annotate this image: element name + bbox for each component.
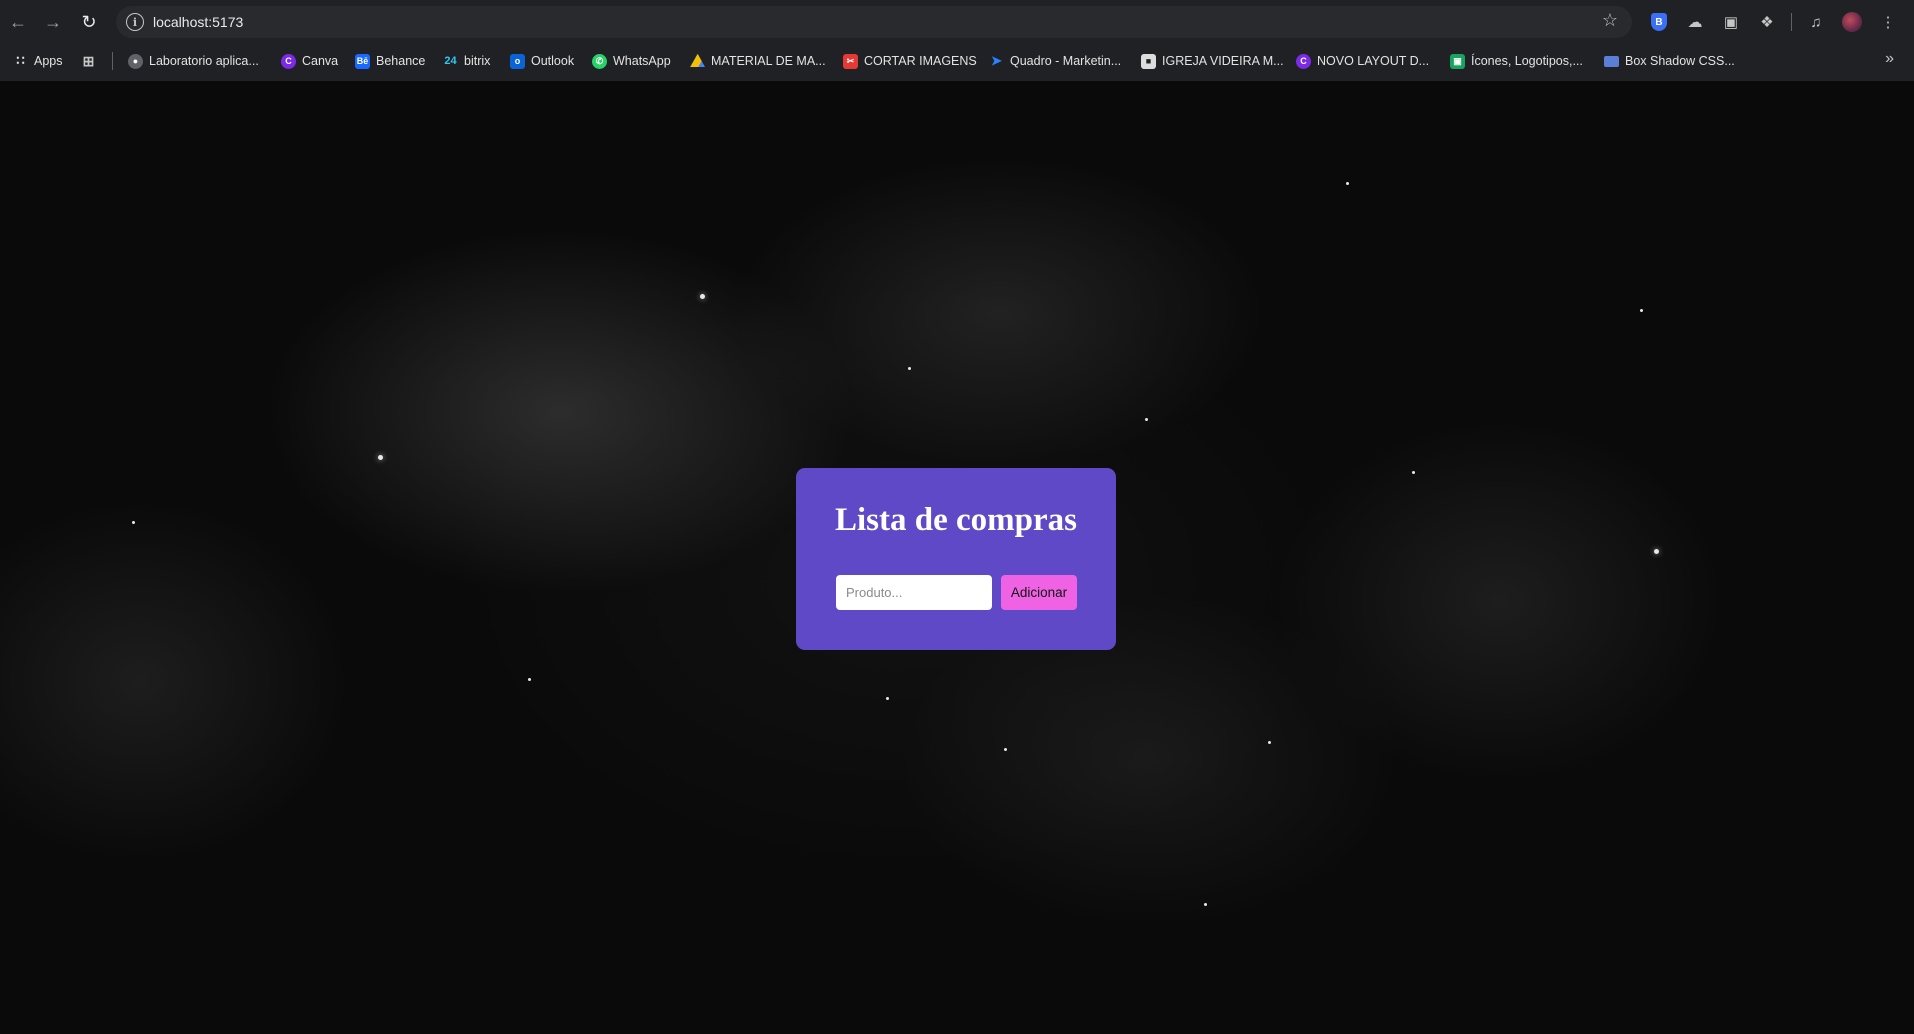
bookmark-label: Behance [376,54,426,68]
bookmark-quadro-marketing[interactable]: ➤ Quadro - Marketin... [989,51,1121,71]
browser-chrome: ← → ↻ i localhost:5173 ☆ B ☁ ▣ ❖ ♫ ⋮ ∷ A… [0,0,1914,81]
tab-groups-button[interactable]: ⊞ [81,51,96,71]
box-shadow-site-icon [1604,55,1619,67]
bookmark-label: MATERIAL DE MA... [711,54,826,68]
bookmark-novo-layout[interactable]: C NOVO LAYOUT D... [1296,51,1429,71]
media-controls-icon[interactable]: ♫ [1802,8,1830,36]
bookmark-canva[interactable]: C Canva [281,51,338,71]
bookmark-whatsapp[interactable]: ✆ WhatsApp [592,51,671,71]
reload-icon[interactable]: ↻ [75,8,103,36]
bookmark-outlook[interactable]: o Outlook [510,51,574,71]
bookmark-label: Ícones, Logotipos,... [1471,54,1583,68]
bookmark-label: Outlook [531,54,575,68]
star-decoration [1346,182,1349,185]
globe-icon: ● [128,53,143,69]
bookmark-box-shadow[interactable]: Box Shadow CSS... [1604,51,1735,71]
grid-icon: ⊞ [82,52,95,69]
back-arrow-icon[interactable]: ← [4,8,32,36]
more-bookmarks-chevron-icon[interactable]: » [1885,50,1894,68]
avatar [1842,12,1862,32]
bookmark-label: Apps [34,54,63,68]
behance-icon: Bē [355,53,370,69]
extensions-area: B ☁ ▣ ❖ ♫ ⋮ [1645,8,1910,36]
whatsapp-icon: ✆ [592,53,607,69]
bookmark-label: WhatsApp [613,54,671,68]
bookmark-igreja-videira[interactable]: ■ IGREJA VIDEIRA M... [1141,51,1284,71]
shopping-list-card: Lista de compras Adicionar [796,468,1116,650]
star-decoration [908,367,911,370]
star-decoration [1204,903,1207,906]
password-manager-extension-icon[interactable]: B [1645,8,1673,36]
bookmarks-divider [112,52,113,70]
bookmark-apps[interactable]: ∷ Apps [13,51,63,71]
church-site-icon: ■ [1141,53,1156,69]
star-decoration [378,455,383,460]
bookmark-bitrix[interactable]: 24 bitrix [443,51,490,71]
star-decoration [1640,309,1643,312]
toolbar-divider [1791,13,1792,31]
url-text[interactable]: localhost:5173 [153,14,243,30]
star-decoration [1412,471,1415,474]
bitrix-icon: 24 [444,55,457,67]
canva-icon: C [281,53,296,69]
google-drive-icon [690,53,705,67]
screen-capture-extension-icon[interactable]: ▣ [1717,8,1745,36]
browser-toolbar: ← → ↻ i localhost:5173 ☆ B ☁ ▣ ❖ ♫ ⋮ [0,0,1914,44]
star-decoration [1004,748,1007,751]
bookmark-label: bitrix [464,54,491,68]
star-decoration [528,678,531,681]
bookmark-cortar-imagens[interactable]: ✂ CORTAR IMAGENS [843,51,977,71]
bookmark-label: CORTAR IMAGENS [864,54,977,68]
address-bar[interactable]: i localhost:5173 ☆ [116,6,1632,38]
apps-grid-icon: ∷ [16,53,25,68]
star-decoration [1654,549,1659,554]
bookmark-laboratorio[interactable]: ● Laboratorio aplica... [128,51,259,71]
bookmark-label: Box Shadow CSS... [1625,54,1735,68]
page-title: Lista de compras [835,502,1077,538]
puzzle-extensions-icon[interactable]: ❖ [1753,8,1781,36]
product-input[interactable] [836,575,992,610]
crop-tool-icon: ✂ [843,53,858,69]
jira-icon: ➤ [991,53,1002,68]
bookmark-behance[interactable]: Bē Behance [355,51,425,71]
bookmark-label: Canva [302,54,339,68]
outlook-icon: o [510,53,525,69]
bookmark-label: Laboratorio aplica... [149,54,259,68]
bookmark-label: NOVO LAYOUT D... [1317,54,1430,68]
bookmark-icones-logotipos[interactable]: ▣ Ícones, Logotipos,... [1450,51,1583,71]
cloud-extension-icon[interactable]: ☁ [1681,8,1709,36]
bookmark-star-icon[interactable]: ☆ [1602,10,1618,31]
canva-icon: C [1296,53,1311,69]
bookmark-material[interactable]: MATERIAL DE MA... [690,51,826,71]
star-decoration [700,294,705,299]
bookmark-label: Quadro - Marketin... [1010,54,1122,68]
more-menu-icon[interactable]: ⋮ [1874,8,1902,36]
site-info-icon[interactable]: i [126,13,144,31]
star-decoration [886,697,889,700]
bookmark-label: IGREJA VIDEIRA M... [1162,54,1284,68]
star-decoration [1268,741,1271,744]
forward-arrow-icon[interactable]: → [39,8,67,36]
star-decoration [1145,418,1148,421]
page-background: Lista de compras Adicionar [0,81,1914,1034]
profile-avatar[interactable] [1838,8,1866,36]
bookmarks-bar: ∷ Apps ⊞ ● Laboratorio aplica... C Canva… [0,48,1914,74]
add-button[interactable]: Adicionar [1001,575,1077,610]
star-decoration [132,521,135,524]
icons-site-icon: ▣ [1450,53,1465,69]
